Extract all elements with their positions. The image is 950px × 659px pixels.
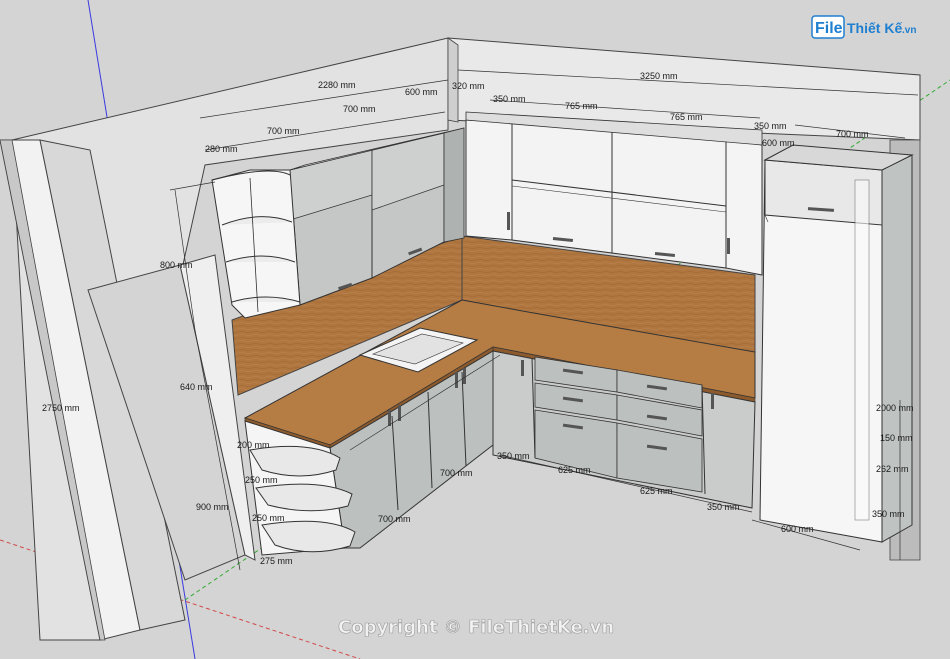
dim-700-top-right: 700 mm xyxy=(836,129,869,139)
dim-350-base-right: 350 mm xyxy=(707,502,740,512)
dim-350-top-right: 350 mm xyxy=(754,121,787,131)
dim-320: 320 mm xyxy=(452,81,485,91)
dim-600-top: 600 mm xyxy=(405,87,438,97)
dim-2000: 2000 mm xyxy=(876,403,914,413)
dim-shelf-200: 200 mm xyxy=(237,440,270,450)
dim-350-base-left: 350 mm xyxy=(497,451,530,461)
logo-suffix: .vn xyxy=(902,25,916,36)
dim-3250: 3250 mm xyxy=(640,71,678,81)
dim-800: 800 mm xyxy=(160,260,193,270)
dim-262: 262 mm xyxy=(876,464,909,474)
tall-cabinet xyxy=(759,144,914,543)
logo-name: Thiết Kế xyxy=(847,20,902,36)
dim-350-top-left: 350 mm xyxy=(493,94,526,104)
dim-700-top: 700 mm xyxy=(343,104,376,114)
dim-625-a: 625 mm xyxy=(558,465,591,475)
logo-prefix: File xyxy=(815,20,843,37)
dim-700-base-front: 700 mm xyxy=(378,514,411,524)
dim-shelf-250b: 250 mm xyxy=(252,513,285,523)
dim-625-b: 625 mm xyxy=(640,486,673,496)
dim-765-b: 765 mm xyxy=(670,112,703,122)
dim-shelf-275: 275 mm xyxy=(260,556,293,566)
kitchen-drawing: 2280 mm 600 mm 700 mm 700 mm 280 mm 320 … xyxy=(0,0,950,659)
copyright-watermark: Copyright © FileThietKe.vn xyxy=(338,617,614,638)
dim-2750: 2750 mm xyxy=(42,403,80,413)
dim-600-tall: 600 mm xyxy=(781,524,814,534)
dim-shelf-250a: 250 mm xyxy=(245,475,278,485)
dim-600-top-right: 600 mm xyxy=(762,138,795,148)
dim-350-tall: 350 mm xyxy=(872,509,905,519)
dim-900: 900 mm xyxy=(196,502,229,512)
site-logo: File Thiết Kế .vn xyxy=(811,15,916,39)
dim-280: 280 mm xyxy=(205,144,238,154)
dim-2280: 2280 mm xyxy=(318,80,356,90)
dim-640: 640 mm xyxy=(180,382,213,392)
dim-700-left: 700 mm xyxy=(267,126,300,136)
dim-765-a: 765 mm xyxy=(565,101,598,111)
dim-700-base-corner: 700 mm xyxy=(440,468,473,478)
dim-150: 150 mm xyxy=(880,433,913,443)
